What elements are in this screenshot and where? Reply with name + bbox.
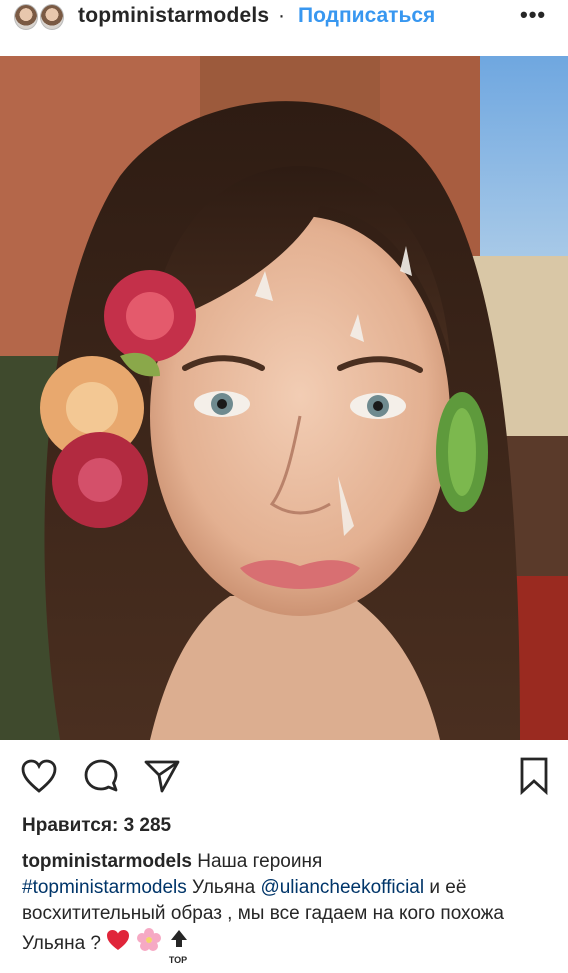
follow-button[interactable]: Подписаться xyxy=(298,4,435,28)
more-options-icon[interactable]: ••• xyxy=(520,2,546,28)
post-header: topministarmodels · Подписаться ••• xyxy=(0,0,568,56)
caption-mention[interactable]: @uliancheekofficial xyxy=(260,877,424,898)
likes-count[interactable]: Нравится: 3 285 xyxy=(22,815,171,837)
red-heart-emoji-icon xyxy=(106,929,130,959)
paper-plane-icon[interactable] xyxy=(142,757,182,800)
top-badge-label: TOP xyxy=(168,955,188,965)
portrait-illustration xyxy=(0,56,568,740)
caption-text-2: Ульяна xyxy=(192,877,256,898)
post-photo[interactable] xyxy=(0,56,568,740)
comment-icon[interactable] xyxy=(82,757,120,800)
heart-icon[interactable] xyxy=(20,758,58,799)
caption-text-1: Наша героиня xyxy=(197,851,323,872)
caption-hashtag[interactable]: #topministarmodels xyxy=(22,877,187,898)
top-arrow-emoji-icon: TOP xyxy=(167,929,191,965)
action-bar xyxy=(0,740,568,810)
avatar[interactable] xyxy=(14,4,64,40)
post-caption: topministarmodels Наша героиня #topminis… xyxy=(22,849,552,965)
username-link[interactable]: topministarmodels xyxy=(78,4,269,28)
separator-dot: · xyxy=(278,4,285,27)
avatar-face-right xyxy=(40,4,64,30)
caption-username[interactable]: topministarmodels xyxy=(22,851,192,872)
bookmark-icon[interactable] xyxy=(518,756,550,801)
cherry-blossom-emoji-icon xyxy=(136,927,162,961)
avatar-face-left xyxy=(14,4,38,30)
